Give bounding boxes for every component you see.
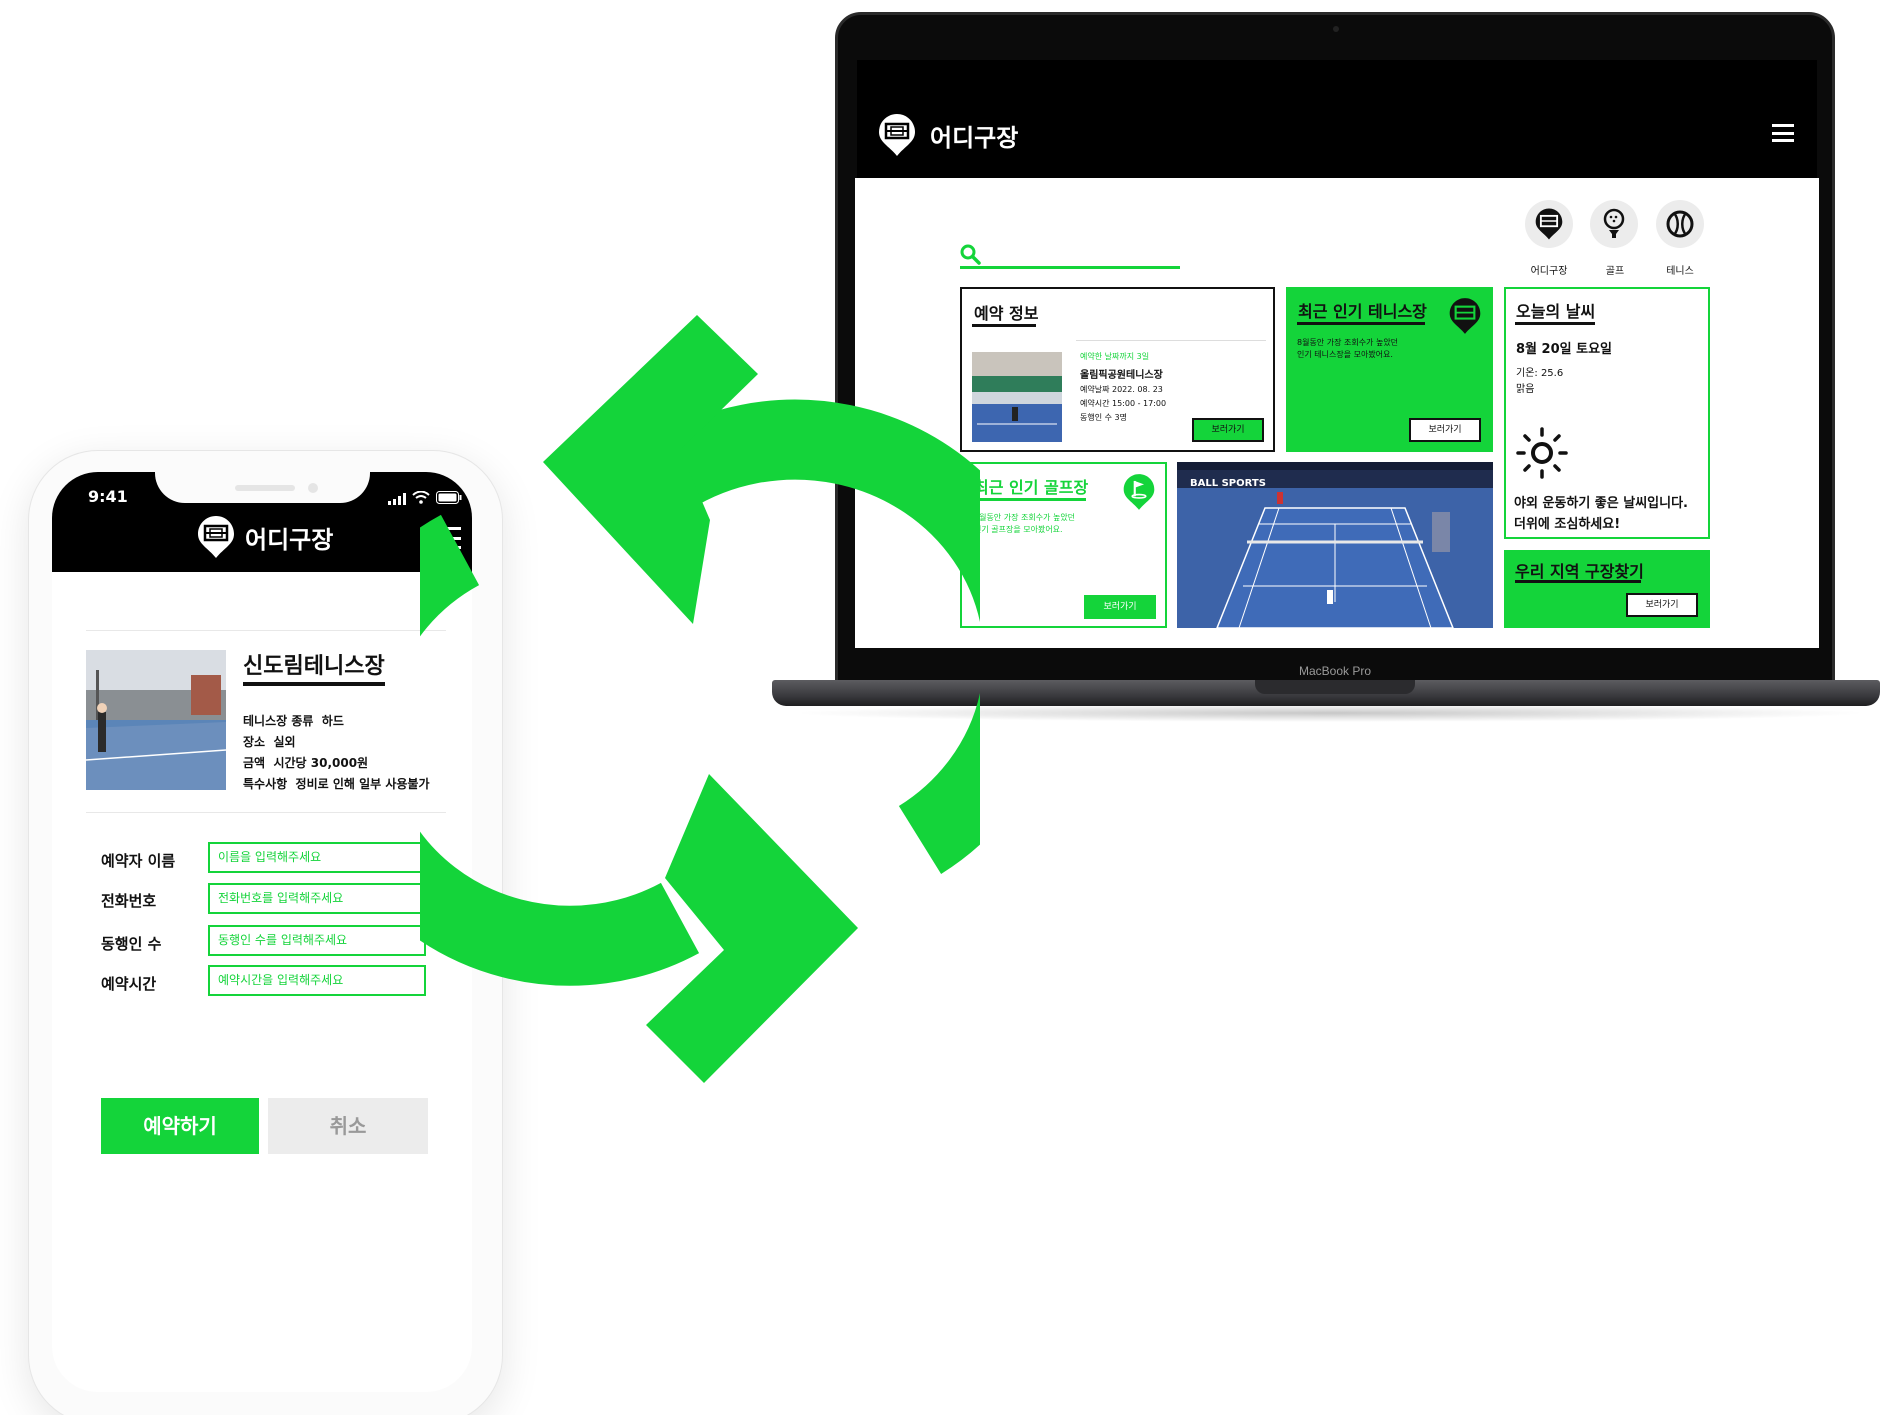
search-input[interactable] xyxy=(960,266,1180,269)
divider xyxy=(86,812,446,813)
popular-tennis-view-button[interactable]: 보러가기 xyxy=(1409,418,1481,442)
reservation-date: 예약날짜 2022. 08. 23 xyxy=(1080,385,1163,394)
phone-number-input[interactable]: 전화번호를 입력해주세요 xyxy=(208,883,426,914)
companions-label: 동행인 수 xyxy=(101,935,162,953)
phone-camera xyxy=(308,483,318,493)
venue-name: 신도림테니스장 xyxy=(243,654,385,679)
weather-temp: 기온: 25.6 xyxy=(1516,368,1564,379)
title-underline xyxy=(243,682,385,686)
popular-tennis-title: 최근 인기 테니스장 xyxy=(1298,302,1427,321)
divider xyxy=(1076,340,1266,341)
golf-icon[interactable] xyxy=(1590,200,1638,248)
venue-place: 장소 실외 xyxy=(243,735,296,749)
reservation-venue: 올림픽공원테니스장 xyxy=(1080,370,1163,381)
title-underline xyxy=(1515,580,1641,583)
title-underline xyxy=(972,324,1036,327)
venue-photo[interactable] xyxy=(86,650,226,790)
reserve-button[interactable]: 예약하기 xyxy=(101,1098,259,1154)
sync-arrows-icon xyxy=(307,310,1064,1094)
weather-date: 8월 20일 토요일 xyxy=(1516,342,1612,357)
weather-message-2: 더위에 조심하세요! xyxy=(1514,517,1621,532)
name-label: 예약자 이름 xyxy=(101,852,176,870)
app-brand[interactable]: 어디구장 xyxy=(245,520,333,555)
time-input[interactable]: 예약시간을 입력해주세요 xyxy=(208,965,426,996)
title-underline xyxy=(1515,322,1595,325)
golf-flag-pin-icon xyxy=(1122,472,1156,516)
popular-golf-desc-2: 인기 골프장을 모아봤어요. xyxy=(974,525,1063,534)
laptop-camera xyxy=(1333,26,1339,32)
local-search-title: 우리 지역 구장찾기 xyxy=(1515,562,1644,581)
category-label-golf: 골프 xyxy=(1605,266,1625,277)
reservation-time: 예약시간 15:00 - 17:00 xyxy=(1080,399,1167,408)
reservation-companions: 동행인 수 3명 xyxy=(1080,413,1127,422)
laptop-hinge-notch xyxy=(1255,680,1415,694)
popular-tennis-desc-1: 8월동안 가장 조회수가 높았던 xyxy=(1297,338,1399,347)
venue-thumbnail[interactable] xyxy=(972,352,1062,442)
logo-icon[interactable] xyxy=(196,514,236,564)
popular-golf-desc-1: 8월동안 가장 조회수가 높았던 xyxy=(974,513,1076,522)
title-underline xyxy=(972,498,1086,501)
local-search-view-button[interactable]: 보러가기 xyxy=(1626,593,1698,617)
divider xyxy=(86,630,446,631)
reservation-title: 예약 정보 xyxy=(974,304,1039,323)
venue-type: 테니스장 종류 하드 xyxy=(243,714,344,728)
stadium-pin-icon xyxy=(1448,296,1482,340)
venue-price: 금액 시간당 30,000원 xyxy=(243,756,369,770)
device-label: MacBook Pro xyxy=(1298,664,1372,678)
status-time: 9:41 xyxy=(88,487,128,506)
cancel-button[interactable]: 취소 xyxy=(268,1098,428,1154)
reservation-view-button[interactable]: 보러가기 xyxy=(1192,418,1264,442)
signal-icon xyxy=(388,490,408,509)
title-underline xyxy=(1297,322,1425,325)
tennis-ball-icon[interactable] xyxy=(1656,200,1704,248)
popular-tennis-desc-2: 인기 테니스장을 모아봤어요. xyxy=(1297,350,1393,359)
companions-input[interactable]: 동행인 수를 입력해주세요 xyxy=(208,925,426,956)
site-brand[interactable]: 어디구장 xyxy=(930,118,1018,153)
category-label-stadium: 어디구장 xyxy=(1530,266,1568,277)
phone-speaker xyxy=(235,485,295,491)
stadium-icon[interactable] xyxy=(1525,200,1573,248)
video-overlay-label: BALL SPORTS xyxy=(1190,478,1266,489)
time-label: 예약시간 xyxy=(101,975,157,993)
sun-icon xyxy=(1512,425,1572,485)
popular-golf-view-button[interactable]: 보러가기 xyxy=(1084,595,1156,619)
weather-condition: 맑음 xyxy=(1516,384,1535,395)
hamburger-menu-icon[interactable] xyxy=(1772,124,1794,142)
name-input[interactable]: 이름을 입력해주세요 xyxy=(208,842,426,873)
logo-icon[interactable] xyxy=(877,112,917,162)
venue-note: 특수사항 정비로 인해 일부 사용불가 xyxy=(243,777,430,791)
weather-message-1: 야외 운동하기 좋은 날씨입니다. xyxy=(1514,496,1688,511)
category-label-tennis: 테니스 xyxy=(1666,266,1694,277)
weather-title: 오늘의 날씨 xyxy=(1516,302,1596,321)
phone-label: 전화번호 xyxy=(101,892,157,910)
popular-golf-title: 최근 인기 골프장 xyxy=(974,478,1089,497)
reservation-days-left: 예약한 날짜까지 3일 xyxy=(1080,352,1150,361)
phone-notch xyxy=(155,455,370,503)
